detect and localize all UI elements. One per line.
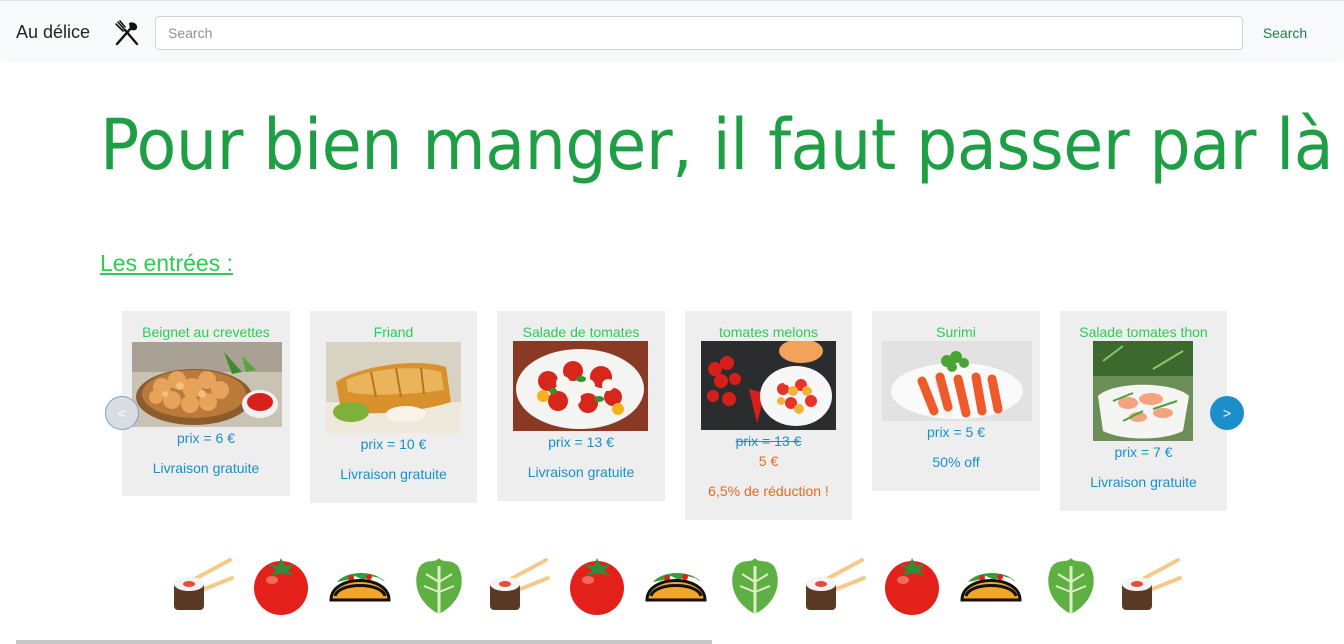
sushi-icon [174, 558, 234, 610]
product-promo: Livraison gratuite [1090, 474, 1197, 490]
product-promo: Livraison gratuite [340, 466, 447, 482]
search-input[interactable] [155, 16, 1243, 50]
product-price: prix = 5 € [927, 424, 985, 440]
product-card[interactable]: Friand prix = 10 € Livraison gratuite [310, 311, 477, 503]
brand-name[interactable]: Au délice [16, 22, 90, 43]
sushi-icon [490, 558, 550, 610]
product-price: prix = 13 € [548, 434, 614, 450]
product-image[interactable] [882, 341, 1032, 421]
fork-knife-icon [115, 20, 139, 46]
carousel-next-button[interactable]: > [1210, 396, 1244, 430]
lettuce-icon [416, 558, 462, 614]
product-image[interactable] [701, 341, 836, 430]
product-card[interactable]: Salade de tomates prix = 13 € Livraison … [497, 311, 665, 501]
product-image[interactable] [132, 342, 282, 427]
taco-icon [329, 573, 391, 602]
hero-title: Pour bien manger, il faut passer par là … [100, 104, 1344, 186]
horizontal-scrollbar[interactable] [16, 640, 712, 644]
product-old-price: prix = 13 € [735, 433, 802, 449]
taco-icon [645, 573, 707, 602]
section-title-entrees[interactable]: Les entrées : [100, 250, 233, 277]
navbar: Au délice Search [0, 0, 1344, 62]
product-image[interactable] [326, 342, 461, 433]
product-price: prix = 6 € [177, 430, 235, 446]
product-promo: Livraison gratuite [152, 460, 260, 476]
taco-icon [960, 573, 1022, 602]
product-discount: 6,5% de réduction ! [708, 483, 829, 499]
sushi-icon [1122, 558, 1182, 610]
product-price: prix = 7 € [1114, 444, 1173, 460]
tomato-icon [570, 558, 624, 615]
product-new-price: 5 € [758, 453, 779, 469]
search-button[interactable]: Search [1252, 16, 1318, 50]
product-image[interactable] [513, 341, 648, 431]
product-image[interactable] [1093, 341, 1193, 441]
carousel-prev-button[interactable]: < [105, 396, 139, 430]
tomato-icon [885, 558, 939, 615]
product-promo: Livraison gratuite [527, 464, 635, 480]
product-name[interactable]: Salade tomates thon [1060, 324, 1227, 340]
sushi-icon [806, 558, 866, 610]
product-promo: 50% off [932, 454, 980, 470]
product-card[interactable]: Beignet au crevettes prix = 6 € Livraiso… [122, 311, 290, 496]
tomato-icon [254, 558, 308, 615]
lettuce-icon [1048, 558, 1094, 614]
product-card[interactable]: Surimi prix = 5 € 50% off [872, 311, 1040, 491]
product-name[interactable]: Salade de tomates [497, 324, 665, 340]
product-price: prix = 10 € [360, 436, 427, 452]
product-card[interactable]: tomates melons prix = 13 € 5 € 6,5% de r… [685, 311, 852, 520]
product-name[interactable]: Friand [310, 324, 477, 340]
product-name[interactable]: Surimi [872, 324, 1040, 340]
product-card[interactable]: Salade tomates thon prix = 7 € Livraison… [1060, 311, 1227, 511]
product-name[interactable]: Beignet au crevettes [122, 324, 290, 340]
lettuce-icon [732, 558, 778, 614]
product-name[interactable]: tomates melons [685, 324, 852, 340]
